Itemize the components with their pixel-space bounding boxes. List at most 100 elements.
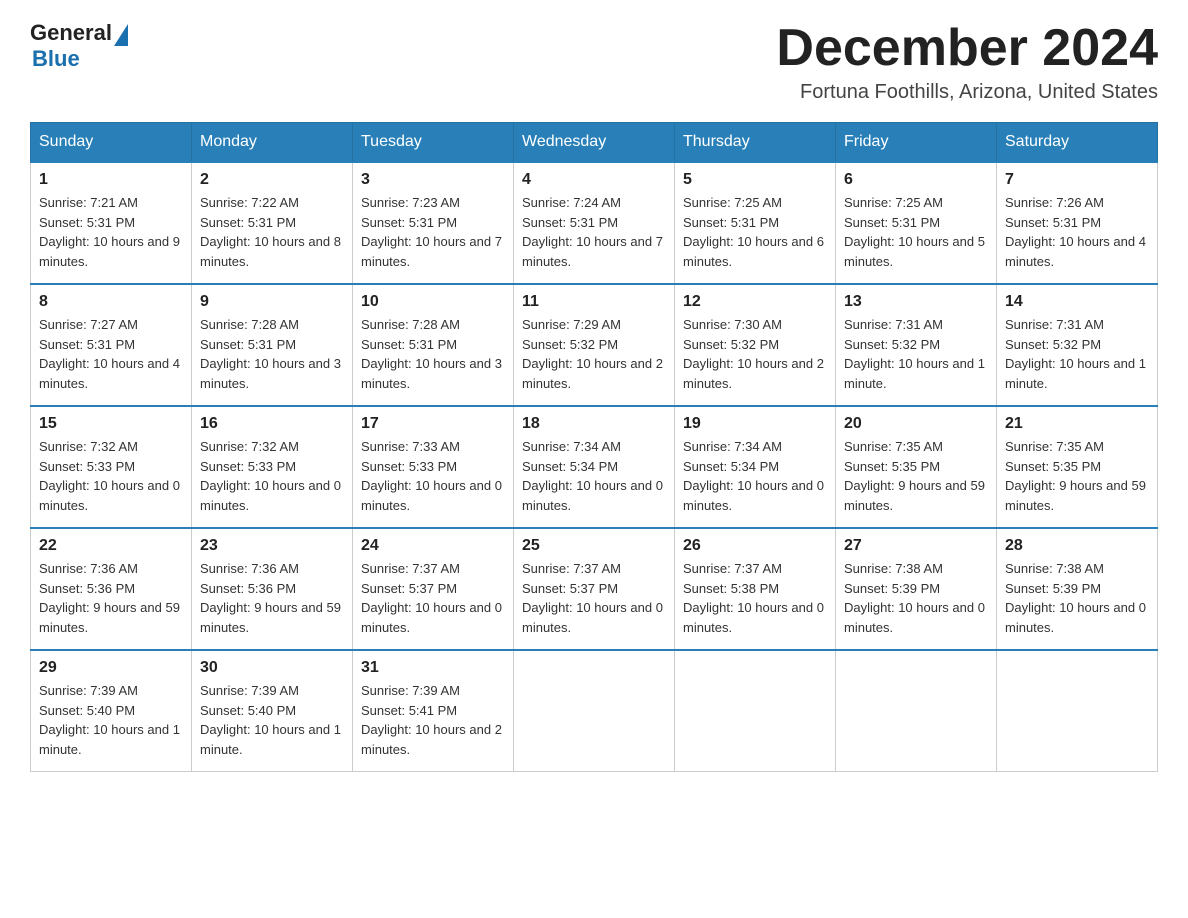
weekday-header-sunday: Sunday: [31, 123, 192, 163]
month-year-title: December 2024: [776, 20, 1158, 77]
day-info: Sunrise: 7:37 AMSunset: 5:38 PMDaylight:…: [683, 561, 824, 635]
day-number: 28: [1005, 537, 1149, 555]
day-info: Sunrise: 7:32 AMSunset: 5:33 PMDaylight:…: [200, 439, 341, 513]
calendar-cell: [514, 650, 675, 772]
day-info: Sunrise: 7:27 AMSunset: 5:31 PMDaylight:…: [39, 317, 180, 391]
day-info: Sunrise: 7:37 AMSunset: 5:37 PMDaylight:…: [522, 561, 663, 635]
day-info: Sunrise: 7:36 AMSunset: 5:36 PMDaylight:…: [39, 561, 180, 635]
calendar-cell: 18 Sunrise: 7:34 AMSunset: 5:34 PMDaylig…: [514, 406, 675, 528]
day-number: 14: [1005, 293, 1149, 311]
calendar-cell: [997, 650, 1158, 772]
day-info: Sunrise: 7:36 AMSunset: 5:36 PMDaylight:…: [200, 561, 341, 635]
day-info: Sunrise: 7:25 AMSunset: 5:31 PMDaylight:…: [683, 195, 824, 269]
day-info: Sunrise: 7:30 AMSunset: 5:32 PMDaylight:…: [683, 317, 824, 391]
calendar-table: SundayMondayTuesdayWednesdayThursdayFrid…: [30, 122, 1158, 772]
day-number: 11: [522, 293, 666, 311]
calendar-cell: 17 Sunrise: 7:33 AMSunset: 5:33 PMDaylig…: [353, 406, 514, 528]
day-info: Sunrise: 7:23 AMSunset: 5:31 PMDaylight:…: [361, 195, 502, 269]
day-info: Sunrise: 7:38 AMSunset: 5:39 PMDaylight:…: [844, 561, 985, 635]
calendar-cell: 20 Sunrise: 7:35 AMSunset: 5:35 PMDaylig…: [836, 406, 997, 528]
title-section: December 2024 Fortuna Foothills, Arizona…: [776, 20, 1158, 104]
weekday-header-row: SundayMondayTuesdayWednesdayThursdayFrid…: [31, 123, 1158, 163]
calendar-cell: 31 Sunrise: 7:39 AMSunset: 5:41 PMDaylig…: [353, 650, 514, 772]
day-info: Sunrise: 7:39 AMSunset: 5:41 PMDaylight:…: [361, 683, 502, 757]
logo-general-text: General: [30, 20, 112, 46]
calendar-cell: 25 Sunrise: 7:37 AMSunset: 5:37 PMDaylig…: [514, 528, 675, 650]
day-info: Sunrise: 7:39 AMSunset: 5:40 PMDaylight:…: [39, 683, 180, 757]
day-number: 6: [844, 171, 988, 189]
day-number: 31: [361, 659, 505, 677]
day-number: 22: [39, 537, 183, 555]
day-info: Sunrise: 7:24 AMSunset: 5:31 PMDaylight:…: [522, 195, 663, 269]
calendar-cell: [836, 650, 997, 772]
day-info: Sunrise: 7:34 AMSunset: 5:34 PMDaylight:…: [522, 439, 663, 513]
logo: General Blue: [30, 20, 128, 72]
calendar-cell: 13 Sunrise: 7:31 AMSunset: 5:32 PMDaylig…: [836, 284, 997, 406]
calendar-cell: 30 Sunrise: 7:39 AMSunset: 5:40 PMDaylig…: [192, 650, 353, 772]
calendar-cell: 3 Sunrise: 7:23 AMSunset: 5:31 PMDayligh…: [353, 162, 514, 284]
calendar-cell: 15 Sunrise: 7:32 AMSunset: 5:33 PMDaylig…: [31, 406, 192, 528]
day-number: 12: [683, 293, 827, 311]
calendar-cell: 27 Sunrise: 7:38 AMSunset: 5:39 PMDaylig…: [836, 528, 997, 650]
day-info: Sunrise: 7:33 AMSunset: 5:33 PMDaylight:…: [361, 439, 502, 513]
calendar-cell: [675, 650, 836, 772]
calendar-cell: 28 Sunrise: 7:38 AMSunset: 5:39 PMDaylig…: [997, 528, 1158, 650]
calendar-cell: 19 Sunrise: 7:34 AMSunset: 5:34 PMDaylig…: [675, 406, 836, 528]
calendar-cell: 1 Sunrise: 7:21 AMSunset: 5:31 PMDayligh…: [31, 162, 192, 284]
day-number: 8: [39, 293, 183, 311]
weekday-header-wednesday: Wednesday: [514, 123, 675, 163]
calendar-cell: 7 Sunrise: 7:26 AMSunset: 5:31 PMDayligh…: [997, 162, 1158, 284]
week-row-5: 29 Sunrise: 7:39 AMSunset: 5:40 PMDaylig…: [31, 650, 1158, 772]
calendar-cell: 21 Sunrise: 7:35 AMSunset: 5:35 PMDaylig…: [997, 406, 1158, 528]
calendar-cell: 24 Sunrise: 7:37 AMSunset: 5:37 PMDaylig…: [353, 528, 514, 650]
weekday-header-saturday: Saturday: [997, 123, 1158, 163]
calendar-cell: 16 Sunrise: 7:32 AMSunset: 5:33 PMDaylig…: [192, 406, 353, 528]
calendar-cell: 8 Sunrise: 7:27 AMSunset: 5:31 PMDayligh…: [31, 284, 192, 406]
calendar-cell: 22 Sunrise: 7:36 AMSunset: 5:36 PMDaylig…: [31, 528, 192, 650]
day-info: Sunrise: 7:37 AMSunset: 5:37 PMDaylight:…: [361, 561, 502, 635]
day-number: 25: [522, 537, 666, 555]
calendar-cell: 11 Sunrise: 7:29 AMSunset: 5:32 PMDaylig…: [514, 284, 675, 406]
weekday-header-tuesday: Tuesday: [353, 123, 514, 163]
calendar-cell: 2 Sunrise: 7:22 AMSunset: 5:31 PMDayligh…: [192, 162, 353, 284]
day-info: Sunrise: 7:25 AMSunset: 5:31 PMDaylight:…: [844, 195, 985, 269]
day-number: 17: [361, 415, 505, 433]
calendar-cell: 9 Sunrise: 7:28 AMSunset: 5:31 PMDayligh…: [192, 284, 353, 406]
day-number: 4: [522, 171, 666, 189]
weekday-header-monday: Monday: [192, 123, 353, 163]
day-number: 23: [200, 537, 344, 555]
day-number: 9: [200, 293, 344, 311]
weekday-header-friday: Friday: [836, 123, 997, 163]
day-info: Sunrise: 7:32 AMSunset: 5:33 PMDaylight:…: [39, 439, 180, 513]
calendar-cell: 14 Sunrise: 7:31 AMSunset: 5:32 PMDaylig…: [997, 284, 1158, 406]
calendar-cell: 4 Sunrise: 7:24 AMSunset: 5:31 PMDayligh…: [514, 162, 675, 284]
day-number: 24: [361, 537, 505, 555]
day-number: 27: [844, 537, 988, 555]
day-info: Sunrise: 7:26 AMSunset: 5:31 PMDaylight:…: [1005, 195, 1146, 269]
day-number: 15: [39, 415, 183, 433]
calendar-cell: 6 Sunrise: 7:25 AMSunset: 5:31 PMDayligh…: [836, 162, 997, 284]
day-info: Sunrise: 7:35 AMSunset: 5:35 PMDaylight:…: [1005, 439, 1146, 513]
location-subtitle: Fortuna Foothills, Arizona, United State…: [776, 81, 1158, 104]
day-number: 10: [361, 293, 505, 311]
logo-triangle-icon: [114, 24, 128, 46]
calendar-cell: 29 Sunrise: 7:39 AMSunset: 5:40 PMDaylig…: [31, 650, 192, 772]
week-row-3: 15 Sunrise: 7:32 AMSunset: 5:33 PMDaylig…: [31, 406, 1158, 528]
day-info: Sunrise: 7:28 AMSunset: 5:31 PMDaylight:…: [361, 317, 502, 391]
day-number: 1: [39, 171, 183, 189]
day-info: Sunrise: 7:35 AMSunset: 5:35 PMDaylight:…: [844, 439, 985, 513]
logo-blue-text: Blue: [32, 46, 80, 72]
calendar-cell: 10 Sunrise: 7:28 AMSunset: 5:31 PMDaylig…: [353, 284, 514, 406]
day-number: 7: [1005, 171, 1149, 189]
week-row-4: 22 Sunrise: 7:36 AMSunset: 5:36 PMDaylig…: [31, 528, 1158, 650]
calendar-cell: 12 Sunrise: 7:30 AMSunset: 5:32 PMDaylig…: [675, 284, 836, 406]
day-info: Sunrise: 7:31 AMSunset: 5:32 PMDaylight:…: [844, 317, 985, 391]
day-info: Sunrise: 7:34 AMSunset: 5:34 PMDaylight:…: [683, 439, 824, 513]
day-number: 30: [200, 659, 344, 677]
day-info: Sunrise: 7:39 AMSunset: 5:40 PMDaylight:…: [200, 683, 341, 757]
day-info: Sunrise: 7:31 AMSunset: 5:32 PMDaylight:…: [1005, 317, 1146, 391]
week-row-1: 1 Sunrise: 7:21 AMSunset: 5:31 PMDayligh…: [31, 162, 1158, 284]
day-number: 16: [200, 415, 344, 433]
day-number: 29: [39, 659, 183, 677]
day-info: Sunrise: 7:22 AMSunset: 5:31 PMDaylight:…: [200, 195, 341, 269]
